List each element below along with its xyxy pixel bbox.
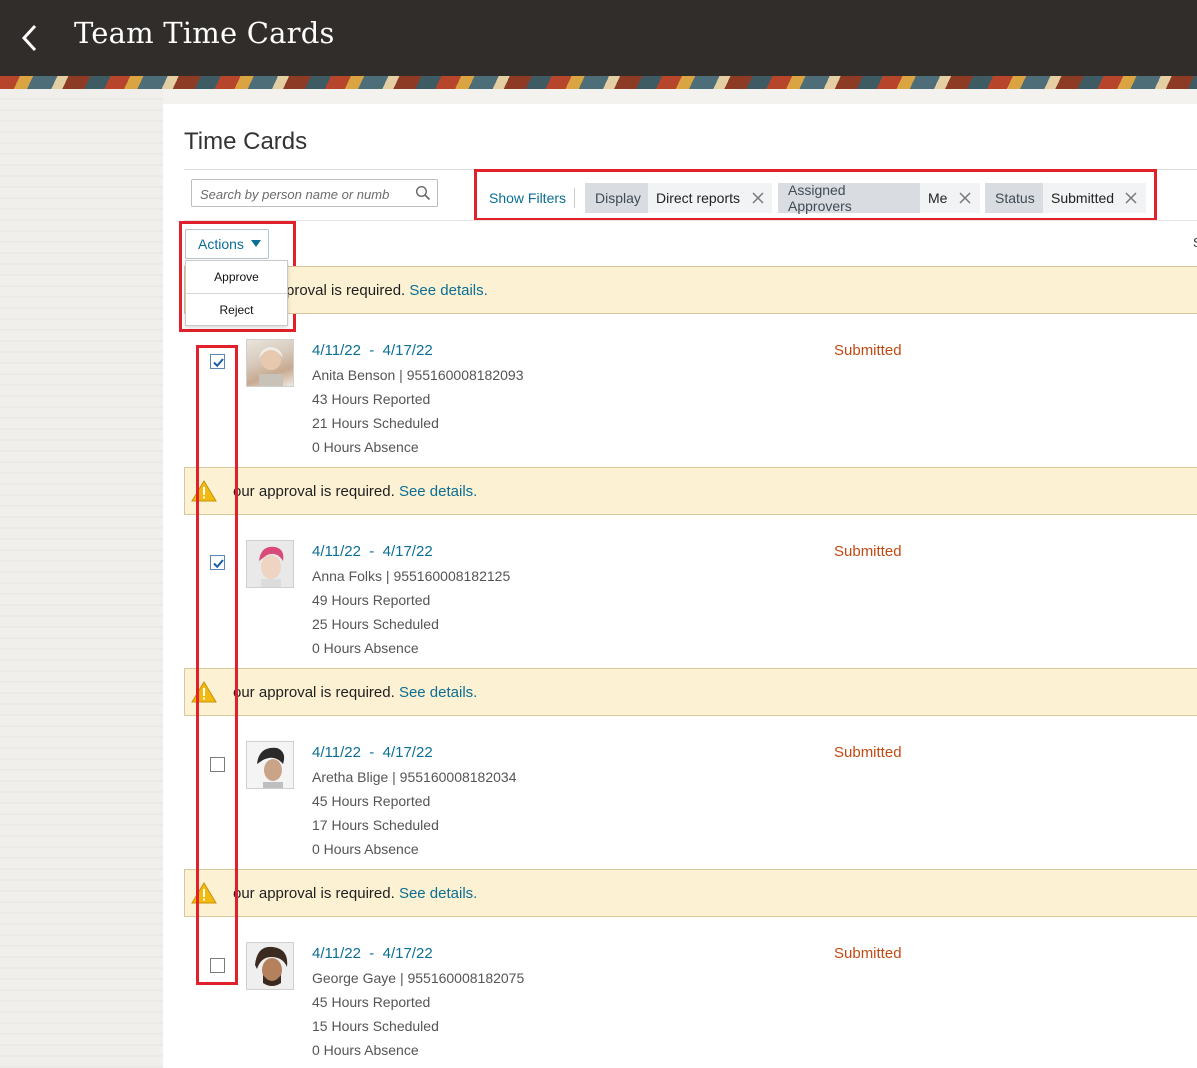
hours-scheduled: 17 Hours Scheduled (312, 817, 439, 833)
status-text: Submitted (834, 744, 902, 761)
avatar (246, 741, 294, 789)
see-details-link[interactable]: See details. (409, 282, 487, 299)
approval-alert: proval is required. See details. (184, 266, 1197, 314)
avatar (246, 339, 294, 387)
search-field (191, 179, 438, 207)
person-name-id: Anna Folks | 955160008182125 (312, 568, 511, 584)
date-to: 4/17/22 (382, 342, 433, 359)
search-input[interactable] (198, 184, 412, 204)
date-from: 4/11/22 (312, 342, 361, 359)
alert-text: our approval is required. (233, 684, 395, 701)
alert-text: proval is required. (286, 282, 406, 299)
approval-alert: our approval is required. See details. (184, 668, 1197, 716)
hours-scheduled: 21 Hours Scheduled (312, 415, 439, 431)
date-range-link[interactable]: 4/11/22 - 4/17/22 (312, 744, 433, 761)
status-text: Submitted (834, 543, 902, 560)
see-details-link[interactable]: See details. (399, 885, 477, 902)
person-name-id: George Gaye | 955160008182075 (312, 970, 525, 986)
hours-reported: 45 Hours Reported (312, 793, 431, 809)
date-to: 4/17/22 (382, 744, 433, 761)
avatar (246, 942, 294, 990)
avatar (246, 540, 294, 588)
approval-alert: our approval is required. See details. (184, 467, 1197, 515)
content-panel (163, 104, 1197, 1068)
status-text: Submitted (834, 342, 902, 359)
hours-absence: 0 Hours Absence (312, 439, 419, 455)
divider (184, 220, 1197, 221)
see-details-link[interactable]: See details. (399, 684, 477, 701)
alert-message: our approval is required. See details. (233, 684, 477, 701)
header-banner (0, 76, 1197, 89)
left-background (0, 89, 163, 1068)
alert-text: our approval is required. (233, 885, 395, 902)
alert-message: proval is required. See details. (286, 282, 488, 299)
date-from: 4/11/22 (312, 744, 361, 761)
actions-menu: Approve Reject (185, 260, 288, 326)
hours-absence: 0 Hours Absence (312, 1042, 419, 1058)
menu-item-approve[interactable]: Approve (186, 261, 287, 293)
hours-reported: 43 Hours Reported (312, 391, 431, 407)
approval-alert: our approval is required. See details. (184, 869, 1197, 917)
date-range-link[interactable]: 4/11/22 - 4/17/22 (312, 945, 433, 962)
hours-absence: 0 Hours Absence (312, 841, 419, 857)
person-name-id: Aretha Blige | 955160008182034 (312, 769, 517, 785)
date-to: 4/17/22 (382, 945, 433, 962)
status-text: Submitted (834, 945, 902, 962)
page-title: Team Time Cards (74, 16, 335, 50)
back-button[interactable] (12, 20, 48, 56)
hours-reported: 49 Hours Reported (312, 592, 431, 608)
truncated-text: S (1193, 235, 1197, 250)
hours-scheduled: 25 Hours Scheduled (312, 616, 439, 632)
hours-scheduled: 15 Hours Scheduled (312, 1018, 439, 1034)
menu-item-reject[interactable]: Reject (186, 293, 287, 326)
filter-bar-highlight (474, 169, 1157, 221)
checkbox-column-highlight (196, 345, 238, 985)
see-details-link[interactable]: See details. (399, 483, 477, 500)
date-range-link[interactable]: 4/11/22 - 4/17/22 (312, 342, 433, 359)
person-name-id: Anita Benson | 955160008182093 (312, 367, 524, 383)
alert-message: our approval is required. See details. (233, 885, 477, 902)
search-icon[interactable] (415, 185, 431, 201)
chevron-left-icon (21, 24, 37, 52)
date-from: 4/11/22 (312, 945, 361, 962)
date-from: 4/11/22 (312, 543, 361, 560)
hours-absence: 0 Hours Absence (312, 640, 419, 656)
date-to: 4/17/22 (382, 543, 433, 560)
hours-reported: 45 Hours Reported (312, 994, 431, 1010)
alert-text: our approval is required. (233, 483, 395, 500)
date-range-link[interactable]: 4/11/22 - 4/17/22 (312, 543, 433, 560)
section-title: Time Cards (184, 128, 308, 155)
alert-message: our approval is required. See details. (233, 483, 477, 500)
